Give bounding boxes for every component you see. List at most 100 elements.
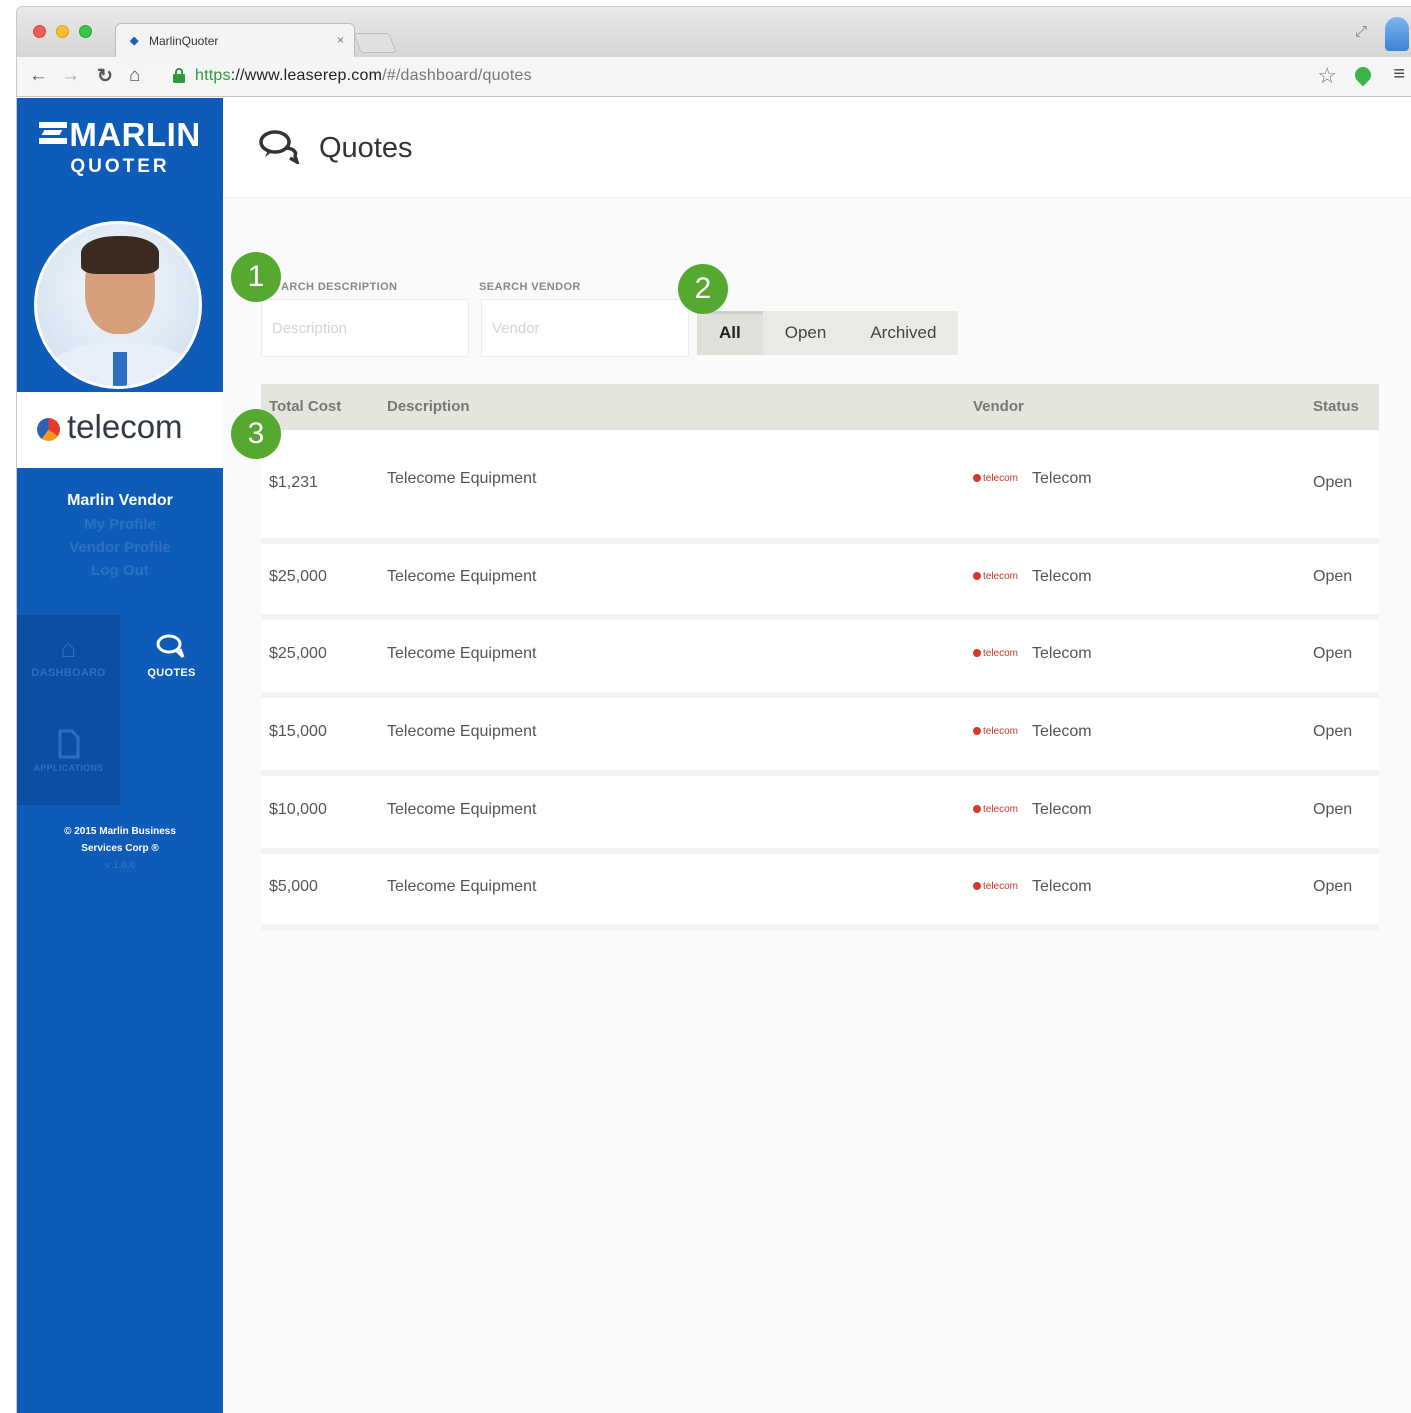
sidebar-item-dashboard[interactable]: ⌂ DASHBOARD [17,615,120,711]
marlin-icon: ◆ [130,35,139,47]
telecom-logo-icon [37,418,60,441]
cell-vendor: telecom Telecom [973,568,1092,586]
vendor-profile-link[interactable]: Vendor Profile [17,539,223,556]
filter-all-button[interactable]: All [697,311,763,355]
tab-title: MarlinQuoter [149,34,219,48]
url-path: /#/dashboard/quotes [382,67,532,84]
status-filter-group: All Open Archived [697,311,959,355]
lock-icon [173,68,185,83]
vendor-logo-icon: telecom [973,881,1018,892]
sidebar-nav: ⌂ DASHBOARD QUOTES [17,615,223,711]
cell-status: Open [1313,568,1353,585]
table-row[interactable]: $5,000 Telecome Equipment telecom Telecom Op… [261,854,1379,930]
cell-vendor: telecom Telecom [973,878,1092,896]
marlin-logo[interactable]: MARLIN QUOTER [17,116,223,178]
new-tab-button[interactable] [353,33,397,53]
sidebar-item-label: DASHBOARD [31,667,106,679]
cell-total-cost: $1,231 [269,474,318,491]
vendor-logo-text: telecom [983,571,1019,582]
logo-subtitle: QUOTER [70,156,170,177]
maximize-window-button[interactable] [79,25,92,38]
table-row[interactable]: $15,000 Telecome Equipment telecom Telecom O… [261,698,1379,776]
cell-vendor: telecom Telecom [973,801,1092,819]
cell-total-cost: $25,000 [269,568,327,585]
version: v 1.0.0 [104,860,136,871]
url-host: ://www.leaserep.com [230,67,383,84]
column-header-description[interactable]: Description [387,398,470,415]
vendor-logo-icon: telecom [973,473,1018,484]
home-icon[interactable]: ⌂ [129,65,140,87]
fullscreen-icon[interactable]: ⤢ [1355,23,1367,40]
cell-vendor: telecom Telecom [973,723,1092,741]
step-badge-1: 1 [231,252,281,302]
vendor-logo-icon: telecom [973,804,1018,815]
log-out-link[interactable]: Log Out [17,562,223,579]
vendor-logo-icon: telecom [973,648,1018,659]
browser-toolbar: ← → ↻ ⌂ https://www.leaserep.com/#/dashb… [17,57,1411,97]
cell-description: Telecome Equipment [387,878,537,895]
search-description-label: ARCH DESCRIPTION [281,281,398,293]
tab-close-icon[interactable]: × [337,33,344,47]
chat-bubbles-icon [259,128,301,166]
vendor-logo-text: telecom [983,881,1019,892]
cell-status: Open [1313,474,1353,491]
table-row[interactable]: $10,000 Telecome Equipment telecom Telecom O… [261,776,1379,854]
avatar [34,221,202,389]
page-header: Quotes [223,98,1411,198]
vendor-name: Telecom [1032,568,1092,585]
company-name: telecom [67,408,183,445]
forward-arrow-icon[interactable]: → [61,65,80,87]
column-header-vendor[interactable]: Vendor [973,398,1024,415]
logo-text: MARLIN [69,116,201,153]
vendor-name: Telecom [1032,878,1092,895]
vendor-name: Telecom [1032,645,1092,662]
table-header: Total Cost Description Vendor Status [261,384,1379,430]
home-icon: ⌂ [60,633,77,663]
sidebar-item-quotes[interactable]: QUOTES [120,615,223,711]
vendor-logo-text: telecom [983,804,1019,815]
copyright: © 2015 Marlin Business Services Corp ® v… [17,823,223,874]
cell-status: Open [1313,878,1353,895]
marlin-mark-icon [39,122,68,144]
cell-vendor: telecom Telecom [973,470,1092,488]
column-header-total-cost[interactable]: Total Cost [269,398,341,415]
step-badge-3: 3 [231,409,281,459]
cell-status: Open [1313,645,1353,662]
vendor-search-input[interactable] [481,299,689,357]
cell-total-cost: $25,000 [269,645,327,662]
sidebar-item-applications[interactable]: APPLICATIONS [17,711,120,805]
quotes-table: Total Cost Description Vendor Status $1,… [261,384,1379,930]
description-search-input[interactable] [261,299,469,357]
browser-tab[interactable]: ◆ MarlinQuoter × [115,23,355,57]
cell-status: Open [1313,723,1353,740]
company-logo: telecom [17,392,223,468]
minimize-window-button[interactable] [56,25,69,38]
main-content: Quotes ARCH DESCRIPTION SEARCH VENDOR Al… [223,98,1411,1413]
vendor-name: Telecom [1032,470,1092,487]
cell-total-cost: $15,000 [269,723,327,740]
address-bar[interactable]: https://www.leaserep.com/#/dashboard/quo… [195,67,532,85]
table-row[interactable]: $1,231 Telecome Equipment telecom Telecom Op… [261,430,1379,544]
my-profile-link[interactable]: My Profile [17,516,223,533]
vendor-logo-icon: telecom [973,726,1018,737]
close-window-button[interactable] [33,25,46,38]
vendor-name: Telecom [1032,723,1092,740]
back-arrow-icon[interactable]: ← [29,65,48,87]
extension-icon[interactable] [1351,63,1375,87]
menu-icon[interactable]: ≡ [1393,63,1405,86]
bookmark-star-icon[interactable]: ☆ [1317,63,1337,89]
column-header-status[interactable]: Status [1313,398,1359,415]
filter-open-button[interactable]: Open [763,311,849,355]
search-vendor-label: SEARCH VENDOR [479,281,581,293]
url-scheme: https [195,67,231,84]
sidebar-item-label: QUOTES [147,667,196,679]
cell-total-cost: $5,000 [269,878,318,895]
profile-icon[interactable] [1385,17,1409,51]
reload-icon[interactable]: ↻ [97,65,113,88]
cell-status: Open [1313,801,1353,818]
table-row[interactable]: $25,000 Telecome Equipment telecom Telecom O… [261,620,1379,698]
cell-description: Telecome Equipment [387,568,537,585]
filter-archived-button[interactable]: Archived [848,311,958,355]
cell-total-cost: $10,000 [269,801,327,818]
table-row[interactable]: $25,000 Telecome Equipment telecom Telecom O… [261,544,1379,620]
